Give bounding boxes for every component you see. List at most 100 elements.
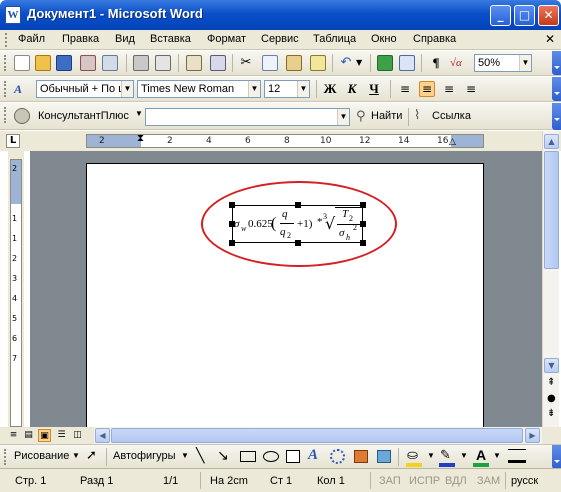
line-color-icon[interactable]: ✎ bbox=[440, 448, 451, 463]
resize-handle[interactable] bbox=[360, 240, 366, 246]
format-painter-icon[interactable] bbox=[310, 55, 326, 71]
print-icon[interactable] bbox=[133, 55, 149, 71]
resize-handle[interactable] bbox=[229, 202, 235, 208]
permission-icon[interactable] bbox=[80, 55, 96, 71]
insert-excel-icon[interactable] bbox=[377, 55, 393, 71]
status-record[interactable]: ЗАП bbox=[379, 475, 401, 487]
chevron-down-icon[interactable]: ▼ bbox=[72, 451, 80, 460]
vertical-scrollbar[interactable]: ▲ ▼ ⇞ ● ⇟ bbox=[542, 131, 559, 427]
style-select[interactable]: Обычный + По ц ▼ bbox=[36, 80, 134, 98]
clipart-icon[interactable] bbox=[354, 450, 368, 463]
scroll-right-icon[interactable]: ▶ bbox=[525, 428, 540, 443]
reading-view-icon[interactable]: ◫ bbox=[71, 429, 84, 442]
chevron-down-icon[interactable]: ▼ bbox=[135, 109, 143, 118]
tab-selector-button[interactable]: L bbox=[6, 134, 20, 148]
menu-edit[interactable]: Правка bbox=[62, 33, 99, 45]
scroll-left-icon[interactable]: ◀ bbox=[95, 428, 110, 443]
minimize-button[interactable]: _ bbox=[490, 5, 511, 26]
menu-file[interactable]: Файл bbox=[18, 33, 45, 45]
toolbar-options-icon[interactable] bbox=[552, 103, 561, 130]
columns-icon[interactable] bbox=[399, 55, 415, 71]
scroll-down-icon[interactable]: ▼ bbox=[544, 358, 559, 373]
status-track-changes[interactable]: ИСПР bbox=[409, 475, 440, 487]
menu-insert[interactable]: Вставка bbox=[150, 33, 191, 45]
autoshapes-menu-button[interactable]: Автофигуры bbox=[113, 450, 176, 462]
close-button[interactable]: ✕ bbox=[538, 5, 559, 26]
maximize-button[interactable]: □ bbox=[514, 5, 535, 26]
rectangle-tool-icon[interactable] bbox=[240, 451, 256, 462]
paperclip-icon[interactable]: ⌇ bbox=[414, 108, 420, 123]
line-tool-icon[interactable]: ╲ bbox=[196, 448, 204, 464]
italic-button[interactable]: К bbox=[344, 81, 360, 97]
line-style-icon[interactable] bbox=[508, 449, 526, 463]
right-indent-marker-icon[interactable]: △ bbox=[449, 137, 456, 147]
fill-color-icon[interactable]: ⛀ bbox=[407, 448, 418, 463]
arrow-tool-icon[interactable]: ↘ bbox=[217, 448, 229, 464]
menu-grip[interactable] bbox=[5, 33, 8, 47]
horizontal-ruler[interactable]: 2 2 4 6 8 10 12 14 16 ⧗ △ bbox=[86, 133, 484, 148]
print-layout-icon[interactable]: ▣ bbox=[38, 429, 51, 442]
bold-button[interactable]: Ж bbox=[322, 81, 338, 97]
oval-tool-icon[interactable] bbox=[263, 451, 279, 462]
chevron-down-icon[interactable]: ▼ bbox=[121, 81, 133, 97]
zoom-select[interactable]: 50% ▼ bbox=[474, 54, 532, 72]
status-overtype[interactable]: ЗАМ bbox=[477, 475, 500, 487]
research-icon[interactable] bbox=[210, 55, 226, 71]
toolbar-options-icon[interactable] bbox=[552, 77, 561, 101]
menu-format[interactable]: Формат bbox=[207, 33, 246, 45]
magnifier-icon[interactable]: ⚲ bbox=[356, 109, 366, 124]
font-select[interactable]: Times New Roman ▼ bbox=[137, 80, 261, 98]
outline-view-icon[interactable]: ☰ bbox=[55, 429, 68, 442]
resize-handle[interactable] bbox=[360, 202, 366, 208]
toolbar-grip[interactable] bbox=[4, 55, 7, 71]
next-page-icon[interactable]: ⇟ bbox=[547, 408, 555, 419]
consultant-search-input[interactable]: ▼ bbox=[145, 108, 350, 126]
toolbar-options-icon[interactable] bbox=[552, 445, 561, 469]
menu-tools[interactable]: Сервис bbox=[261, 33, 299, 45]
new-document-icon[interactable] bbox=[14, 55, 30, 71]
equation-object[interactable]: σ w 0.625 ( q q 2 +1) * 3 √ T 2 σ h 2 bbox=[232, 205, 363, 243]
align-center-icon[interactable]: ≡ bbox=[419, 81, 435, 97]
underline-button[interactable]: Ч bbox=[366, 81, 382, 97]
normal-view-icon[interactable]: ≡ bbox=[7, 429, 20, 442]
font-color-icon[interactable]: A bbox=[476, 447, 486, 463]
consultant-logo-icon[interactable] bbox=[14, 108, 30, 124]
status-extend[interactable]: ВДЛ bbox=[445, 475, 467, 487]
resize-handle[interactable] bbox=[229, 240, 235, 246]
undo-dropdown-icon[interactable]: ▼ bbox=[356, 55, 364, 71]
spelling-icon[interactable] bbox=[186, 55, 202, 71]
chevron-down-icon[interactable]: ▼ bbox=[181, 451, 189, 460]
link-button[interactable]: Ссылка bbox=[432, 110, 471, 122]
insert-picture-icon[interactable] bbox=[377, 450, 391, 463]
save-icon[interactable] bbox=[56, 55, 72, 71]
previous-page-icon[interactable]: ⇞ bbox=[547, 377, 555, 388]
chevron-down-icon[interactable]: ▼ bbox=[337, 109, 349, 125]
diagram-icon[interactable] bbox=[330, 449, 345, 464]
toolbar-grip[interactable] bbox=[4, 81, 7, 97]
chevron-down-icon[interactable]: ▼ bbox=[297, 81, 309, 97]
show-formatting-icon[interactable]: ¶ bbox=[428, 55, 444, 71]
menu-window[interactable]: Окно bbox=[371, 33, 397, 45]
scroll-up-icon[interactable]: ▲ bbox=[544, 134, 559, 149]
close-document-icon[interactable]: ✕ bbox=[545, 32, 555, 46]
justify-icon[interactable]: ≡ bbox=[463, 81, 479, 97]
horizontal-scrollbar[interactable]: ◀ ▶ bbox=[94, 427, 542, 444]
chevron-down-icon[interactable]: ▼ bbox=[519, 55, 531, 71]
web-view-icon[interactable]: ▤ bbox=[22, 429, 35, 442]
toolbar-options-icon[interactable] bbox=[552, 51, 561, 75]
chevron-down-icon[interactable]: ▼ bbox=[248, 81, 260, 97]
email-icon[interactable] bbox=[102, 55, 118, 71]
open-folder-icon[interactable] bbox=[35, 55, 51, 71]
copy-icon[interactable] bbox=[262, 55, 278, 71]
resize-handle[interactable] bbox=[295, 202, 301, 208]
resize-handle[interactable] bbox=[360, 221, 366, 227]
chevron-down-icon[interactable]: ▼ bbox=[460, 451, 468, 460]
textbox-tool-icon[interactable] bbox=[286, 450, 300, 463]
find-button[interactable]: Найти bbox=[371, 110, 402, 122]
vertical-ruler[interactable]: 2 1 1 2 3 4 5 6 7 bbox=[8, 151, 24, 427]
menu-view[interactable]: Вид bbox=[115, 33, 135, 45]
undo-icon[interactable]: ↶ bbox=[338, 55, 354, 71]
consultant-name[interactable]: КонсультантПлюс bbox=[38, 110, 129, 122]
chevron-down-icon[interactable]: ▼ bbox=[427, 451, 435, 460]
equation-editor-icon[interactable]: √α bbox=[450, 55, 472, 71]
